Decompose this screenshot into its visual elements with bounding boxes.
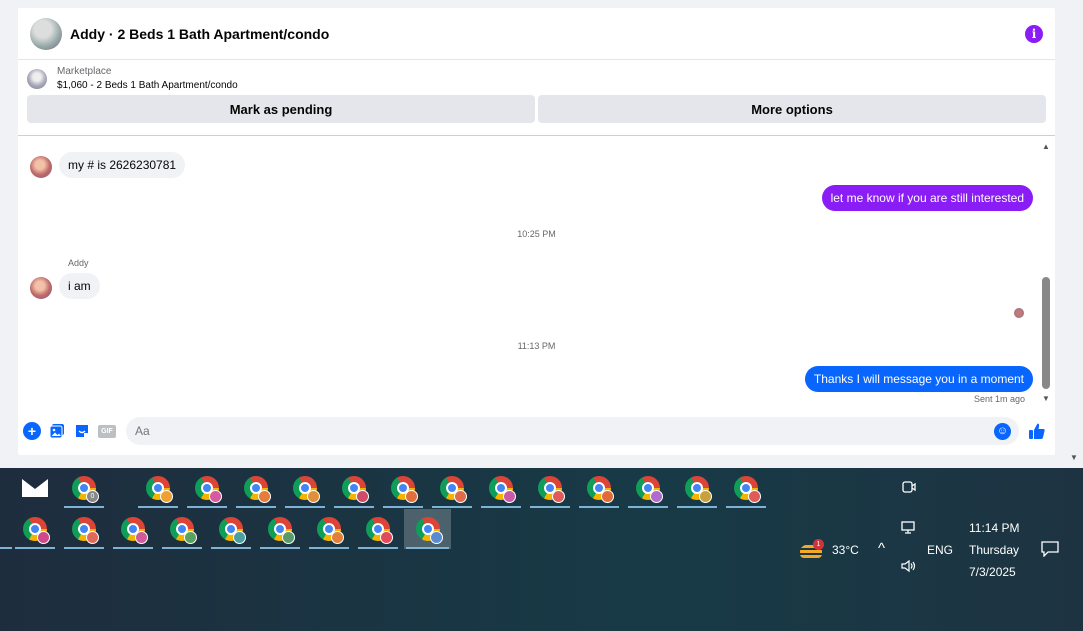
message-input-wrapper: ☺: [126, 417, 1019, 445]
chat-header: Addy · 2 Beds 1 Bath Apartment/condo i: [18, 8, 1055, 60]
composer: + GIF ☺: [18, 417, 1055, 445]
timestamp: 11:13 PM: [517, 341, 556, 351]
chrome-window-icon[interactable]: [724, 468, 768, 508]
notification-center-icon[interactable]: [1041, 541, 1059, 560]
chrome-window-icon[interactable]: [185, 468, 229, 508]
message-bubble-incoming[interactable]: i am: [59, 273, 100, 299]
sender-name: Addy: [68, 258, 89, 268]
chrome-window-icon[interactable]: [0, 509, 14, 549]
taskbar-row-top: 0: [0, 468, 780, 508]
chrome-window-icon[interactable]: [13, 509, 57, 549]
network-icon[interactable]: [901, 521, 917, 538]
chrome-window-icon[interactable]: [356, 509, 400, 549]
chrome-window-icon[interactable]: [209, 509, 253, 549]
chrome-window-icon[interactable]: [381, 468, 425, 508]
weather-badge: 1: [813, 539, 824, 550]
sender-avatar[interactable]: [30, 156, 52, 178]
chrome-window-icon[interactable]: [626, 468, 670, 508]
taskbar: 0 1 33°C ^ ENG 11:14 PM Thursday 7/3/202…: [0, 468, 1083, 631]
sticker-icon[interactable]: [73, 422, 91, 440]
message-scrollbar[interactable]: ▲ ▼: [1040, 142, 1052, 404]
like-icon[interactable]: [1027, 421, 1047, 441]
chrome-window-icon[interactable]: [307, 509, 351, 549]
sent-status: Sent 1m ago: [973, 394, 1025, 404]
chrome-window-icon[interactable]: [234, 468, 278, 508]
photo-icon[interactable]: [48, 422, 66, 440]
taskbar-row-bottom: [0, 509, 460, 549]
chrome-window-icon[interactable]: [111, 509, 155, 549]
chrome-window-icon[interactable]: [430, 468, 474, 508]
listing-source: Marketplace: [57, 66, 112, 77]
message-input[interactable]: [135, 424, 994, 438]
timestamp: 10:25 PM: [517, 229, 556, 239]
chrome-window-icon[interactable]: [577, 468, 621, 508]
chrome-window-icon[interactable]: [258, 509, 302, 549]
more-options-button[interactable]: More options: [538, 95, 1046, 123]
mail-icon[interactable]: [13, 468, 57, 508]
emoji-icon[interactable]: ☺: [994, 422, 1011, 440]
message-bubble-outgoing[interactable]: Thanks I will message you in a moment: [804, 366, 1033, 392]
chevron-up-icon[interactable]: ^: [878, 540, 885, 557]
chat-window: Addy · 2 Beds 1 Bath Apartment/condo i M…: [18, 8, 1055, 455]
volume-icon[interactable]: [901, 559, 917, 576]
chrome-window-icon-active[interactable]: [404, 509, 451, 549]
listing-thumbnail[interactable]: [27, 68, 47, 89]
clock-day[interactable]: Thursday: [969, 543, 1019, 557]
weather-icon[interactable]: 1: [800, 539, 824, 560]
meet-now-icon[interactable]: [901, 479, 917, 498]
page-scroll-down-arrow[interactable]: ▼: [1070, 453, 1078, 462]
chrome-window-icon[interactable]: [528, 468, 572, 508]
language-indicator[interactable]: ENG: [927, 543, 953, 557]
chrome-window-icon[interactable]: [283, 468, 327, 508]
scroll-up-arrow[interactable]: ▲: [1042, 142, 1050, 151]
sender-avatar[interactable]: [30, 277, 52, 299]
plus-icon[interactable]: +: [23, 422, 41, 440]
mark-as-pending-button[interactable]: Mark as pending: [27, 95, 535, 123]
clock-time[interactable]: 11:14 PM: [969, 521, 1019, 535]
info-icon[interactable]: i: [1025, 24, 1043, 43]
read-receipt-avatar: [1014, 308, 1024, 318]
chrome-window-icon[interactable]: 0: [62, 468, 106, 508]
listing-summary[interactable]: $1,060 - 2 Beds 1 Bath Apartment/condo: [57, 80, 238, 91]
chrome-window-icon[interactable]: [62, 509, 106, 549]
chrome-window-icon[interactable]: [136, 468, 180, 508]
chrome-window-icon[interactable]: [332, 468, 376, 508]
message-bubble-outgoing[interactable]: let me know if you are still interested: [821, 185, 1033, 211]
chrome-window-icon[interactable]: [479, 468, 523, 508]
gif-icon[interactable]: GIF: [98, 424, 116, 438]
chat-title[interactable]: Addy · 2 Beds 1 Bath Apartment/condo: [70, 26, 329, 42]
weather-temperature[interactable]: 33°C: [832, 543, 859, 557]
chrome-window-icon[interactable]: [675, 468, 719, 508]
contact-avatar[interactable]: [30, 17, 62, 50]
message-bubble-incoming[interactable]: my # is 2626230781: [59, 152, 186, 178]
listing-panel: Marketplace $1,060 - 2 Beds 1 Bath Apart…: [18, 60, 1055, 136]
scroll-down-arrow[interactable]: ▼: [1042, 394, 1050, 403]
scroll-thumb[interactable]: [1042, 277, 1050, 389]
clock-date[interactable]: 7/3/2025: [969, 565, 1016, 579]
message-list: my # is 2626230781 let me know if you ar…: [18, 138, 1055, 408]
chrome-window-icon[interactable]: [160, 509, 204, 549]
